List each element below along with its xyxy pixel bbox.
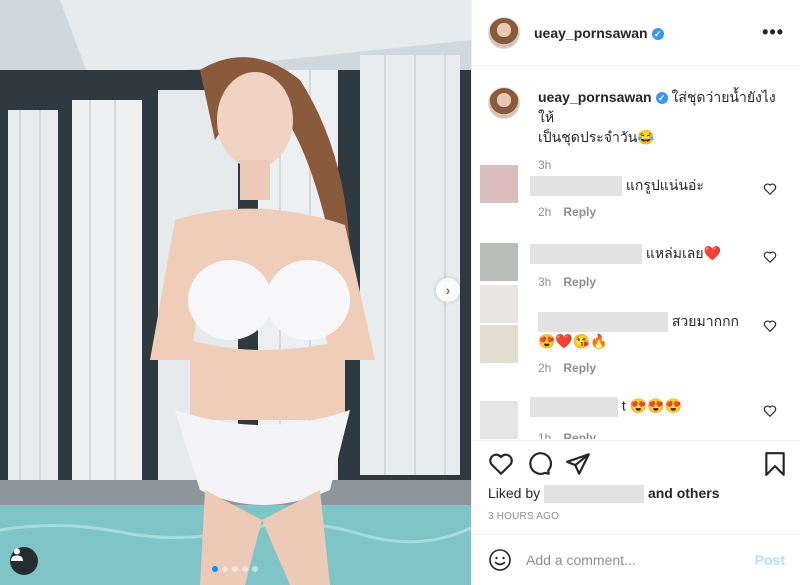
like-comment-icon[interactable] <box>763 250 777 264</box>
comment-meta: 2h Reply <box>538 205 596 219</box>
comment-time: 2h <box>538 205 552 219</box>
comments-section[interactable]: ueay_pornsawan ✓ ใส่ชุดว่ายน้ำยังไงให้ เป… <box>472 67 800 439</box>
emoji-icon[interactable] <box>488 548 512 572</box>
comment-body: แหล่มเลย❤️ <box>645 245 721 261</box>
likes-prefix: Liked by <box>488 485 541 501</box>
reply-button[interactable]: Reply <box>563 205 596 219</box>
caption-text-line2: เป็นชุดประจำวัน😂 <box>538 129 655 145</box>
carousel-dot <box>252 566 258 572</box>
post-header: ueay_pornsawan ✓ ••• <box>472 0 800 66</box>
author-username[interactable]: ueay_pornsawan ✓ <box>534 25 664 41</box>
comment-body: สวยมากกก <box>671 313 740 329</box>
comment-text: สวยมากกก <box>538 311 739 333</box>
post-caption: ueay_pornsawan ✓ ใส่ชุดว่ายน้ำยังไงให้ เป… <box>472 67 800 175</box>
caption-username-text[interactable]: ueay_pornsawan <box>538 89 652 105</box>
comment-body: แกรูปแน่นอ่ะ <box>625 177 704 193</box>
comment-avatar[interactable] <box>480 325 518 363</box>
carousel-indicator <box>212 566 258 572</box>
like-comment-icon[interactable] <box>763 319 777 333</box>
redacted-username <box>530 176 622 197</box>
like-comment-icon[interactable] <box>763 404 777 418</box>
save-bookmark-icon[interactable] <box>762 451 788 477</box>
comment-meta: 2h Reply <box>538 361 596 375</box>
caption-username[interactable]: ueay_pornsawan ✓ <box>538 89 672 105</box>
author-avatar[interactable] <box>488 16 520 49</box>
comment-text: t 😍😍😍 <box>530 397 682 417</box>
post-actions: Liked by and others 3 HOURS AGO <box>472 440 800 546</box>
redacted-username <box>530 397 618 417</box>
photo-illustration <box>0 0 471 585</box>
comment-item: สวยมากกก 😍❤️😘🔥 2h Reply <box>472 285 800 385</box>
like-comment-icon[interactable] <box>763 182 777 196</box>
comment-meta: 1h Reply <box>538 431 596 439</box>
carousel-dot <box>222 566 228 572</box>
redacted-username <box>538 312 668 333</box>
post-details-panel: ueay_pornsawan ✓ ••• ueay_pornsawan ✓ ใส่ช… <box>471 0 800 585</box>
comment-icon[interactable] <box>526 451 552 477</box>
tagged-users-button[interactable] <box>10 547 38 575</box>
comment-text: แกรูปแน่นอ่ะ <box>530 175 704 197</box>
comment-avatar[interactable] <box>480 243 518 281</box>
user-tag-icon <box>11 548 23 561</box>
comment-text: แหล่มเลย❤️ <box>530 243 721 265</box>
like-icon[interactable] <box>488 451 514 477</box>
comment-item: แกรูปแน่นอ่ะ 2h Reply <box>472 165 800 225</box>
comment-emoji-line: 😍❤️😘🔥 <box>538 333 608 349</box>
likes-summary[interactable]: Liked by and others <box>488 485 720 504</box>
carousel-dot <box>242 566 248 572</box>
redacted-liker <box>544 485 645 504</box>
comment-item: t 😍😍😍 1h Reply <box>472 397 800 439</box>
verified-badge-icon: ✓ <box>655 92 668 104</box>
carousel-dot <box>212 566 218 572</box>
share-icon[interactable] <box>565 451 591 477</box>
reply-button[interactable]: Reply <box>563 361 596 375</box>
comment-avatar[interactable] <box>480 401 518 439</box>
add-comment-bar: Post <box>472 534 800 585</box>
next-photo-button[interactable]: › <box>436 278 460 302</box>
carousel-dot <box>232 566 238 572</box>
more-options-icon[interactable]: ••• <box>762 22 784 43</box>
posted-time: 3 HOURS AGO <box>488 511 560 522</box>
comment-time: 2h <box>538 361 552 375</box>
action-icons-row <box>486 451 791 479</box>
comment-avatar[interactable] <box>480 285 518 323</box>
comment-body: t 😍😍😍 <box>621 397 682 414</box>
comment-avatar[interactable] <box>480 165 518 203</box>
comment-input[interactable] <box>526 552 755 568</box>
post-photo[interactable]: › <box>0 0 471 585</box>
likes-suffix[interactable]: and others <box>648 485 720 501</box>
reply-button[interactable]: Reply <box>563 431 596 439</box>
comment-avatar-gap <box>480 203 518 207</box>
author-username-text[interactable]: ueay_pornsawan <box>534 25 648 41</box>
redacted-username <box>530 244 642 265</box>
post-comment-button[interactable]: Post <box>755 552 785 568</box>
comment-time: 1h <box>538 431 552 439</box>
verified-badge-icon: ✓ <box>651 27 664 40</box>
caption-author-avatar[interactable] <box>488 87 520 119</box>
